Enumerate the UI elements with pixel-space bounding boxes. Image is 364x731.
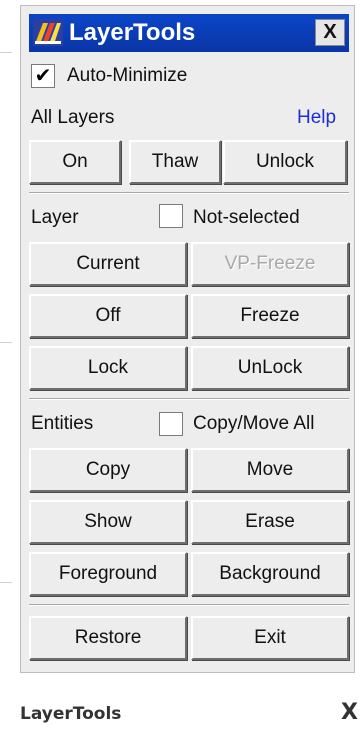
not-selected-checkbox[interactable] bbox=[159, 204, 183, 228]
copy-move-all-label[interactable]: Copy/Move All bbox=[193, 412, 314, 436]
copy-move-all-checkbox[interactable] bbox=[159, 412, 183, 436]
erase-button[interactable]: Erase bbox=[191, 500, 349, 544]
section-divider bbox=[29, 192, 349, 194]
vp-freeze-button: VP-Freeze bbox=[191, 242, 349, 286]
restore-button[interactable]: Restore bbox=[29, 616, 187, 660]
layer-label: Layer bbox=[31, 207, 79, 228]
auto-minimize-option[interactable]: ✔ bbox=[31, 64, 55, 88]
lock-button[interactable]: Lock bbox=[29, 346, 187, 390]
section-divider bbox=[29, 398, 349, 400]
separator-line bbox=[0, 582, 12, 583]
background-button[interactable]: Background bbox=[191, 552, 349, 596]
close-button[interactable]: X bbox=[315, 19, 345, 46]
auto-minimize-checkbox[interactable]: ✔ bbox=[31, 64, 55, 88]
entities-label: Entities bbox=[31, 413, 94, 434]
move-button[interactable]: Move bbox=[191, 448, 349, 492]
current-button[interactable]: Current bbox=[29, 242, 187, 286]
foreground-button[interactable]: Foreground bbox=[29, 552, 187, 596]
caption-close-icon[interactable]: X bbox=[341, 700, 358, 725]
copy-button[interactable]: Copy bbox=[29, 448, 187, 492]
show-button[interactable]: Show bbox=[29, 500, 187, 544]
help-link[interactable]: Help bbox=[297, 106, 336, 130]
unlock-all-button[interactable]: Unlock bbox=[223, 140, 347, 184]
layertools-window: LayerTools X ✔ Auto-Minimize All Layers … bbox=[20, 5, 355, 673]
separator-line bbox=[0, 52, 12, 53]
window-title: LayerTools bbox=[69, 19, 196, 46]
freeze-button[interactable]: Freeze bbox=[191, 294, 349, 338]
exit-button[interactable]: Exit bbox=[191, 616, 349, 660]
separator-line bbox=[0, 342, 12, 343]
caption-title: LayerTools bbox=[20, 704, 122, 724]
auto-minimize-label[interactable]: Auto-Minimize bbox=[67, 64, 187, 88]
off-button[interactable]: Off bbox=[29, 294, 187, 338]
not-selected-label[interactable]: Not-selected bbox=[193, 206, 300, 230]
copy-move-all-option[interactable] bbox=[159, 412, 183, 436]
section-divider bbox=[29, 604, 349, 606]
thaw-button[interactable]: Thaw bbox=[129, 140, 221, 184]
all-layers-label: All Layers bbox=[31, 107, 115, 128]
unlock-button[interactable]: UnLock bbox=[191, 346, 349, 390]
layertools-app-icon bbox=[33, 19, 63, 46]
title-bar[interactable]: LayerTools X bbox=[29, 14, 349, 52]
on-button[interactable]: On bbox=[29, 140, 121, 184]
not-selected-option[interactable] bbox=[159, 204, 183, 228]
